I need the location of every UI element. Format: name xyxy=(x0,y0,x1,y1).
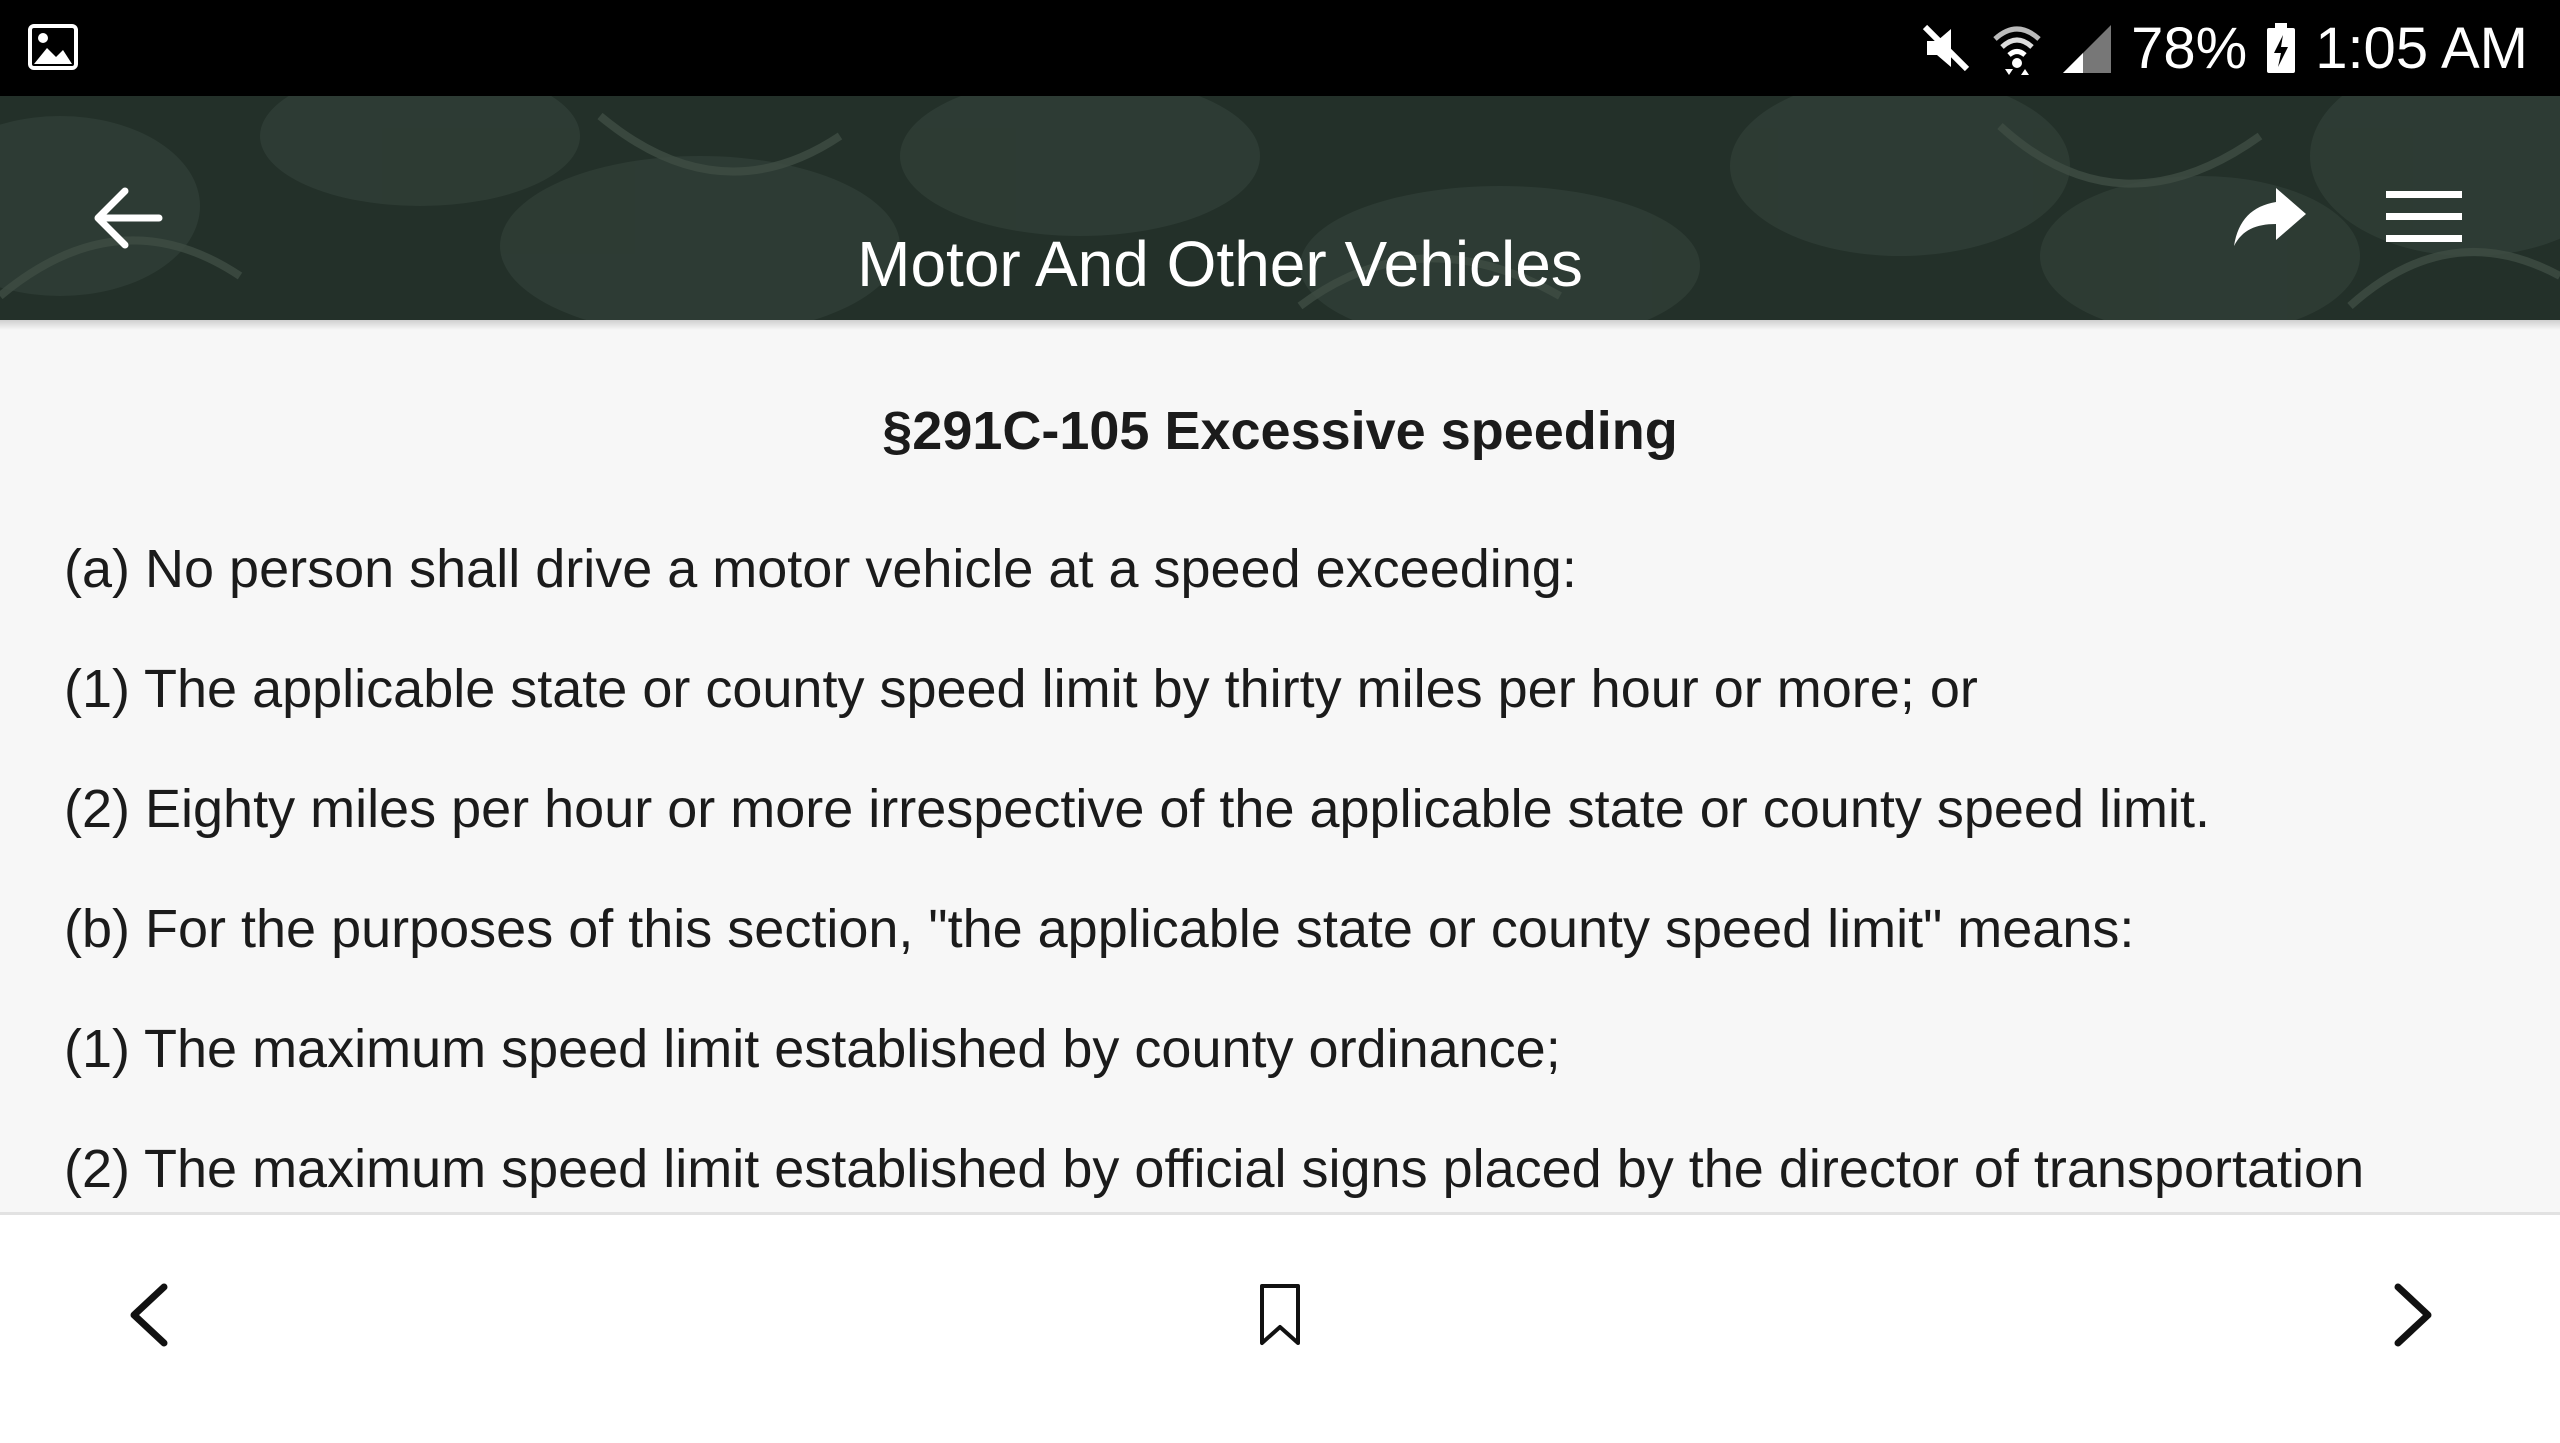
status-bar: 78% 1:05 AM xyxy=(0,0,2560,96)
paragraph: (a) No person shall drive a motor vehicl… xyxy=(64,539,1577,599)
bottom-nav-bar xyxy=(0,1212,2560,1443)
share-button[interactable] xyxy=(2220,166,2320,266)
statute-content: §291C-105 Excessive speeding (a) No pers… xyxy=(0,330,2560,1212)
battery-percent: 78% xyxy=(2131,15,2248,81)
wifi-icon xyxy=(1991,21,2043,75)
app-bar: Motor And Other Vehicles xyxy=(0,96,2560,320)
menu-icon xyxy=(2386,191,2462,242)
share-icon xyxy=(2234,188,2306,246)
chevron-right-icon xyxy=(2394,1283,2432,1347)
paragraph: (1) The maximum speed limit established … xyxy=(64,1019,1561,1079)
next-section-button[interactable] xyxy=(2354,1255,2474,1375)
battery-charging-icon xyxy=(2265,21,2297,75)
paragraph: (1) The applicable state or county speed… xyxy=(64,659,1978,719)
mute-icon xyxy=(1919,21,1973,75)
paragraph: (2) The maximum speed limit established … xyxy=(64,1139,2365,1199)
app-bar-shadow xyxy=(0,320,2560,330)
page-title: Motor And Other Vehicles xyxy=(857,228,1583,300)
paragraph: (b) For the purposes of this section, "t… xyxy=(64,899,2135,959)
paragraph: (2) Eighty miles per hour or more irresp… xyxy=(64,779,2210,839)
bookmark-button[interactable] xyxy=(1220,1255,1340,1375)
bookmark-icon xyxy=(1260,1284,1300,1345)
chevron-left-icon xyxy=(130,1283,168,1347)
previous-section-button[interactable] xyxy=(88,1255,208,1375)
back-arrow-icon xyxy=(94,187,163,249)
cell-signal-icon xyxy=(2061,21,2113,75)
back-button[interactable] xyxy=(80,170,176,266)
section-heading: §291C-105 Excessive speeding xyxy=(882,401,1678,461)
clock: 1:05 AM xyxy=(2315,15,2528,81)
image-icon xyxy=(28,24,78,74)
menu-button[interactable] xyxy=(2374,166,2474,266)
